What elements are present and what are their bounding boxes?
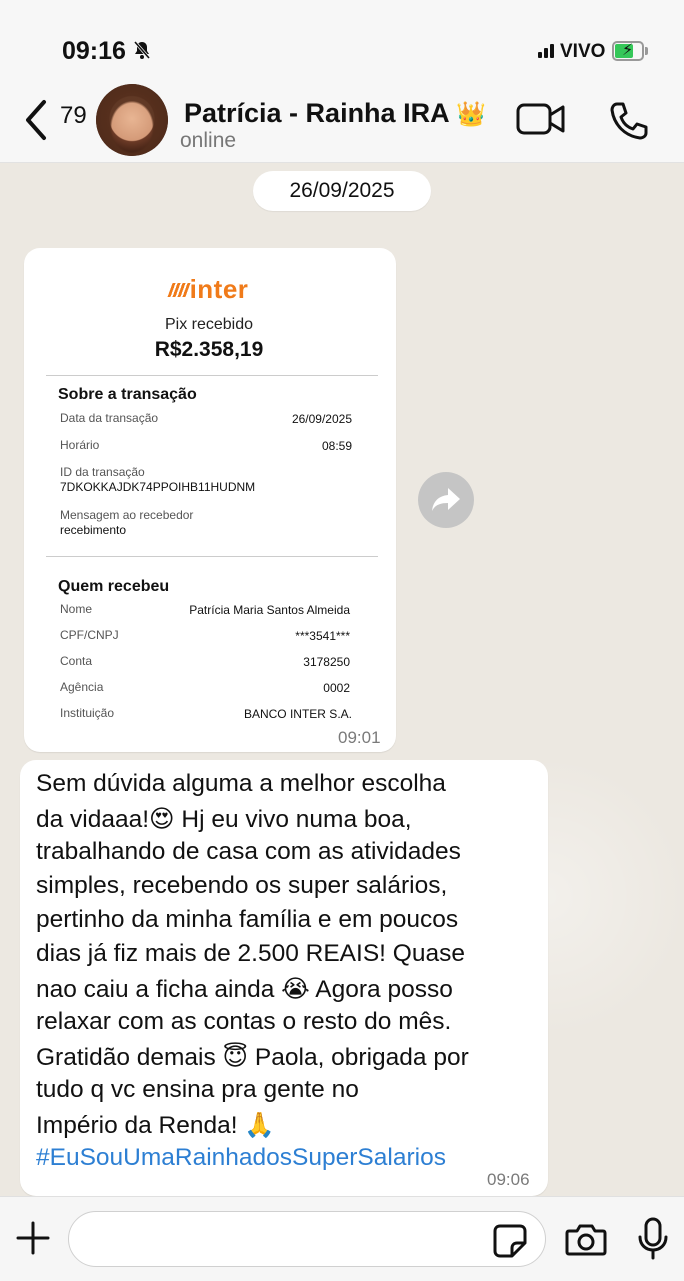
account-label: Conta bbox=[60, 654, 93, 668]
plus-icon[interactable] bbox=[14, 1219, 52, 1257]
inter-logo: inter bbox=[32, 274, 386, 305]
receipt-image: inter Pix recebido R$2.358,19 Sobre a tr… bbox=[32, 254, 386, 724]
message-line: Império da Renda! 🙏 bbox=[36, 1112, 275, 1139]
status-time: 09:16 bbox=[62, 37, 126, 65]
doc-label: CPF/CNPJ bbox=[60, 628, 119, 642]
forward-arrow-icon bbox=[432, 488, 460, 511]
section-transaction: Sobre a transação bbox=[58, 386, 197, 403]
signal-strength-icon bbox=[538, 44, 554, 58]
id-label: ID da transação bbox=[60, 465, 145, 479]
unread-count[interactable]: 79 bbox=[60, 102, 87, 130]
receipt-title: Pix recebido bbox=[164, 316, 254, 333]
microphone-icon[interactable] bbox=[636, 1217, 670, 1261]
crown-emoji: 👑 bbox=[456, 101, 486, 128]
battery-icon: ⚡ bbox=[612, 41, 644, 61]
message-line: Sem dúvida alguma a melhor escolha bbox=[36, 770, 446, 797]
chat-header: 79 Patrícia - Rainha IRA 👑 online bbox=[0, 80, 684, 163]
receipt-amount: R$2.358,19 bbox=[154, 338, 264, 361]
agency-value: 0002 bbox=[323, 681, 350, 695]
receipt-divider bbox=[46, 556, 378, 557]
message-line: pertinho da minha família e em poucos bbox=[36, 906, 459, 933]
name-value: Patrícia Maria Santos Almeida bbox=[189, 603, 350, 617]
phone-call-icon[interactable] bbox=[608, 100, 650, 142]
contact-avatar[interactable] bbox=[96, 84, 168, 156]
message-input[interactable] bbox=[68, 1211, 546, 1267]
camera-icon[interactable] bbox=[565, 1221, 607, 1257]
forward-button[interactable] bbox=[418, 472, 474, 528]
institution-value: BANCO INTER S.A. bbox=[243, 707, 352, 721]
date-chip: 26/09/2025 bbox=[253, 171, 431, 211]
section-receiver: Quem recebeu bbox=[58, 578, 170, 595]
back-chevron-icon[interactable] bbox=[22, 98, 52, 142]
message-input-bar bbox=[0, 1196, 684, 1281]
contact-status: online bbox=[180, 129, 237, 152]
name-label: Nome bbox=[60, 602, 93, 616]
message-line: simples, recebendo os super salários, bbox=[36, 872, 448, 899]
message-value: recebimento bbox=[60, 523, 127, 537]
message-line: Gratidão demais 😇 Paola, obrigada por bbox=[36, 1044, 469, 1071]
message-line: relaxar com as contas o resto do mês. bbox=[36, 1008, 452, 1035]
agency-label: Agência bbox=[60, 680, 104, 694]
message-line: da vidaaa!😍 Hj eu vivo numa boa, bbox=[36, 806, 412, 833]
message-time: 09:06 bbox=[487, 1170, 530, 1189]
id-value: 7DKOKKAJDK74PPOIHB11HUDNM bbox=[60, 480, 256, 494]
time-value: 08:59 bbox=[321, 439, 352, 453]
receipt-divider bbox=[46, 375, 378, 376]
battery-tip bbox=[645, 47, 648, 55]
contact-name[interactable]: Patrícia - Rainha IRA 👑 bbox=[184, 98, 486, 129]
doc-value: ***3541*** bbox=[295, 629, 350, 643]
message-line: nao caiu a ficha ainda 😭 Agora posso bbox=[36, 976, 453, 1003]
time-label: Horário bbox=[60, 438, 100, 452]
sticker-icon[interactable] bbox=[492, 1223, 528, 1259]
hashtag-link[interactable]: #EuSouUmaRainhadosSuperSalarios bbox=[36, 1144, 446, 1172]
message-line: dias já fiz mais de 2.500 REAIS! Quase bbox=[36, 940, 465, 967]
status-bar: 09:16 VIVO ⚡ bbox=[0, 0, 684, 80]
carrier-name: VIVO bbox=[560, 41, 606, 62]
message-line: tudo q vc ensina pra gente no bbox=[36, 1076, 359, 1103]
image-message[interactable]: inter Pix recebido R$2.358,19 Sobre a tr… bbox=[24, 248, 396, 752]
date-value: 26/09/2025 bbox=[291, 412, 352, 426]
account-value: 3178250 bbox=[303, 655, 350, 669]
text-message[interactable]: Sem dúvida alguma a melhor escolha da vi… bbox=[20, 760, 548, 1196]
message-line: trabalhando de casa com as atividades bbox=[36, 838, 461, 865]
contact-name-text: Patrícia - Rainha IRA bbox=[184, 98, 449, 128]
message-time: 09:01 bbox=[338, 728, 381, 747]
message-label: Mensagem ao recebedor bbox=[60, 508, 194, 522]
silent-bell-icon bbox=[133, 40, 151, 65]
video-call-icon[interactable] bbox=[516, 102, 566, 136]
institution-label: Instituição bbox=[60, 706, 115, 720]
